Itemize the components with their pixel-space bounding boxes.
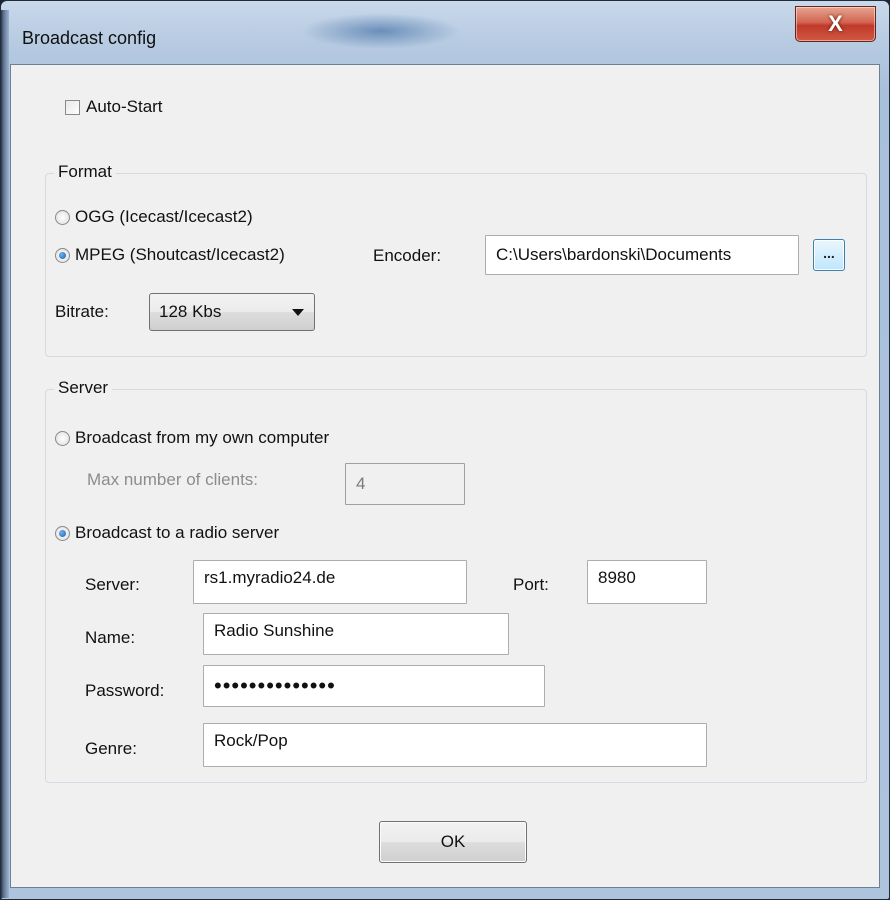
max-clients-label: Max number of clients:: [87, 470, 259, 489]
max-clients-field: 4: [345, 463, 465, 505]
bitrate-label: Bitrate:: [55, 302, 109, 321]
format-group-title: Format: [54, 162, 116, 182]
ogg-label: OGG (Icecast/Icecast2): [75, 207, 253, 226]
radio-server-label: Broadcast to a radio server: [75, 523, 280, 542]
server-group-title: Server: [54, 378, 113, 398]
port-field[interactable]: 8980: [587, 560, 707, 604]
mpeg-radio[interactable]: [55, 247, 70, 263]
radio-server-radio[interactable]: [55, 525, 70, 541]
autostart-checkbox[interactable]: [65, 99, 80, 115]
close-icon: X: [828, 11, 843, 36]
encoder-path-field[interactable]: C:\Users\bardonski\Documents: [485, 235, 799, 275]
genre-field[interactable]: Rock/Pop: [203, 723, 707, 767]
genre-label: Genre:: [85, 739, 137, 758]
dialog-client-area: Auto-Start Format OGG (Icecast/Icecast2)…: [10, 64, 880, 888]
server-option-own-computer[interactable]: Broadcast from my own computer: [55, 428, 329, 448]
server-option-radio-server[interactable]: Broadcast to a radio server: [55, 523, 279, 543]
background-window-edge: [0, 10, 9, 898]
encoder-browse-button[interactable]: ...: [813, 239, 845, 271]
name-field[interactable]: Radio Sunshine: [203, 613, 509, 655]
close-button[interactable]: X: [795, 6, 876, 42]
ogg-radio[interactable]: [55, 209, 70, 225]
name-label: Name:: [85, 628, 136, 647]
port-label: Port:: [513, 575, 549, 594]
autostart-label: Auto-Start: [86, 97, 163, 116]
own-computer-label: Broadcast from my own computer: [75, 428, 330, 447]
chevron-down-icon: [292, 309, 304, 316]
mpeg-label: MPEG (Shoutcast/Icecast2): [75, 245, 285, 264]
server-field[interactable]: rs1.myradio24.de: [193, 560, 467, 604]
server-label: Server:: [85, 575, 140, 594]
ok-button[interactable]: OK: [379, 821, 527, 863]
autostart-checkbox-row[interactable]: Auto-Start: [65, 97, 163, 117]
bitrate-value: 128 Kbs: [159, 302, 222, 321]
format-option-ogg[interactable]: OGG (Icecast/Icecast2): [55, 207, 253, 227]
format-option-mpeg[interactable]: MPEG (Shoutcast/Icecast2): [55, 245, 285, 265]
bitrate-dropdown[interactable]: 128 Kbs: [149, 293, 315, 331]
password-label: Password:: [85, 681, 165, 700]
window-title: Broadcast config: [22, 28, 157, 48]
password-field[interactable]: ••••••••••••••: [203, 665, 545, 707]
encoder-label: Encoder:: [373, 246, 442, 265]
own-computer-radio[interactable]: [55, 430, 70, 446]
